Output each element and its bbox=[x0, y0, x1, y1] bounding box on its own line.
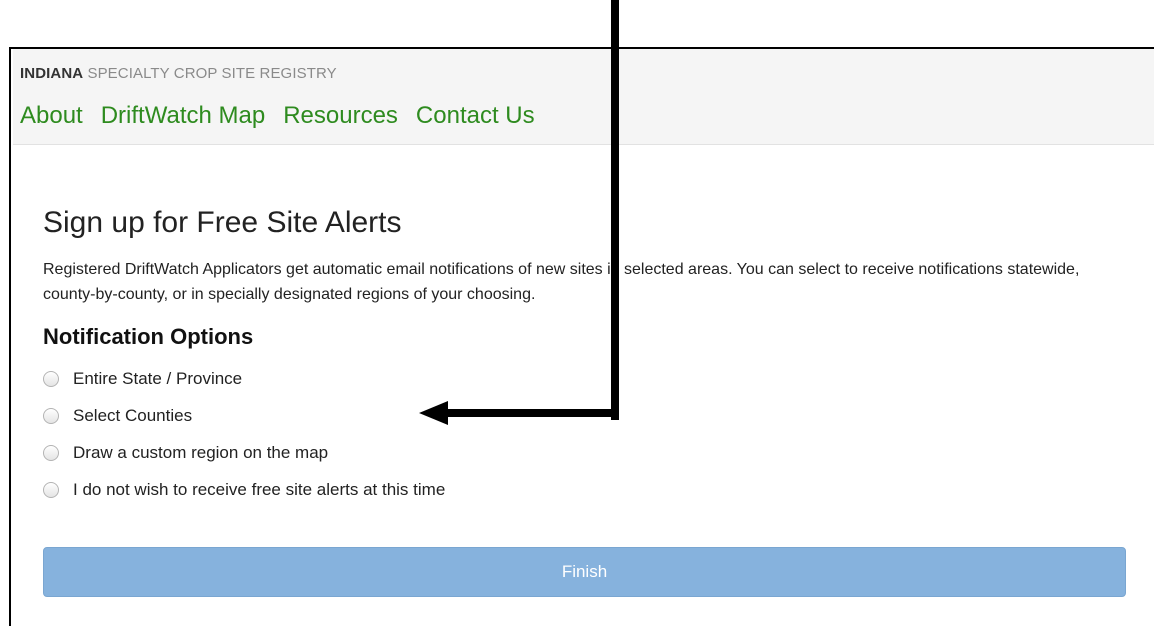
notification-options: Entire State / Province Select Counties … bbox=[43, 360, 1133, 508]
browser-frame: INDIANA SPECIALTY CROP SITE REGISTRY Abo… bbox=[9, 47, 1154, 626]
main-nav: About DriftWatch Map Resources Contact U… bbox=[20, 102, 535, 130]
brand-registry: SPECIALTY CROP SITE REGISTRY bbox=[83, 65, 337, 82]
option-select-counties[interactable]: Select Counties bbox=[43, 397, 1133, 434]
finish-button[interactable]: Finish bbox=[43, 547, 1126, 597]
brand-state: INDIANA bbox=[20, 65, 84, 82]
nav-about[interactable]: About bbox=[20, 102, 83, 130]
main-content: Sign up for Free Site Alerts Registered … bbox=[43, 206, 1133, 508]
page-description: Registered DriftWatch Applicators get au… bbox=[43, 261, 1080, 303]
option-entire-state[interactable]: Entire State / Province bbox=[43, 360, 1133, 397]
option-no-alerts[interactable]: I do not wish to receive free site alert… bbox=[43, 471, 1133, 508]
option-label: I do not wish to receive free site alert… bbox=[73, 479, 446, 499]
radio-select-counties[interactable] bbox=[43, 407, 59, 424]
page-title: Sign up for Free Site Alerts bbox=[43, 206, 402, 239]
site-brand[interactable]: INDIANA SPECIALTY CROP SITE REGISTRY bbox=[20, 65, 337, 82]
page: INDIANA SPECIALTY CROP SITE REGISTRY Abo… bbox=[0, 0, 1154, 626]
radio-entire-state[interactable] bbox=[43, 370, 59, 387]
option-label: Entire State / Province bbox=[73, 368, 243, 388]
option-custom-region[interactable]: Draw a custom region on the map bbox=[43, 434, 1133, 471]
site-header: INDIANA SPECIALTY CROP SITE REGISTRY Abo… bbox=[13, 49, 1154, 145]
radio-no-alerts[interactable] bbox=[43, 481, 59, 498]
nav-contact-us[interactable]: Contact Us bbox=[416, 102, 535, 130]
option-label: Select Counties bbox=[73, 405, 193, 425]
radio-custom-region[interactable] bbox=[43, 444, 59, 461]
nav-resources[interactable]: Resources bbox=[283, 102, 398, 130]
option-label: Draw a custom region on the map bbox=[73, 442, 329, 462]
nav-driftwatch-map[interactable]: DriftWatch Map bbox=[101, 102, 265, 130]
notification-options-heading: Notification Options bbox=[43, 324, 254, 349]
